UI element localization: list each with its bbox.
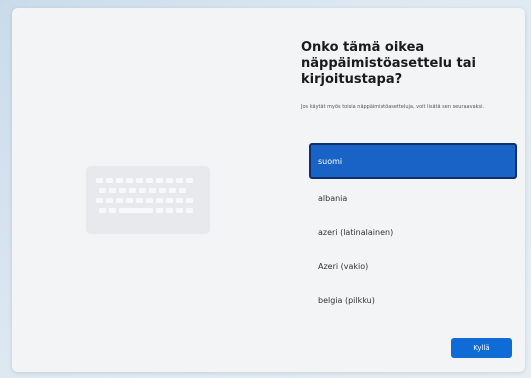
layout-option-suomi[interactable]: suomi	[309, 143, 517, 179]
keyboard-icon	[86, 166, 210, 234]
page-subtitle: Jos käytät myös toisia näppäimistöasette…	[301, 104, 485, 110]
layout-option-azeri-latin[interactable]: azeri (latinalainen)	[309, 215, 517, 249]
layout-option-belgian-comma[interactable]: belgia (pilkku)	[309, 283, 517, 317]
layout-option-albania[interactable]: albania	[309, 181, 517, 215]
yes-button[interactable]: Kyllä	[451, 338, 512, 358]
layout-option-azeri-standard[interactable]: Azeri (vakio)	[309, 249, 517, 283]
illustration-pane	[12, 8, 282, 372]
page-title: Onko tämä oikea näppäimistöasettelu tai …	[301, 40, 477, 87]
keyboard-layout-list: suomi albania azeri (latinalainen) Azeri…	[309, 143, 517, 317]
layout-selection-pane: Onko tämä oikea näppäimistöasettelu tai …	[297, 8, 525, 372]
setup-window: Onko tämä oikea näppäimistöasettelu tai …	[12, 8, 525, 372]
